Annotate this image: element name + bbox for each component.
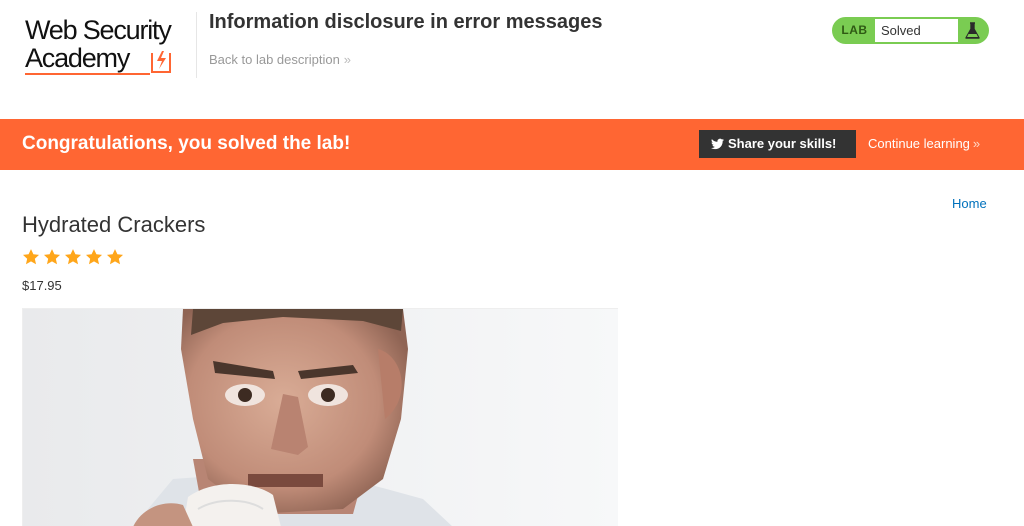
home-link[interactable]: Home (952, 196, 987, 212)
man-eating-cracker-photo (23, 309, 618, 526)
back-link-label: Back to lab description (209, 52, 340, 67)
share-skills-button[interactable]: Share your skills! (699, 130, 856, 158)
product-name: Hydrated Crackers (22, 212, 206, 237)
back-to-lab-description-link[interactable]: Back to lab description» (209, 52, 351, 68)
lab-title: Information disclosure in error messages (209, 11, 603, 33)
star-icon (22, 249, 40, 265)
lab-status-widget: LAB Solved (832, 17, 989, 44)
product-price: $17.95 (22, 278, 62, 293)
header: Web Security Academy Information disclos… (0, 0, 1024, 119)
lab-tag: LAB (841, 23, 868, 37)
continue-learning-label: Continue learning (868, 136, 970, 151)
double-chevron-right-icon: » (972, 136, 981, 151)
share-button-label: Share your skills! (728, 136, 837, 151)
header-divider (196, 12, 197, 78)
flask-icon (958, 19, 987, 42)
lab-status-text: Solved (875, 19, 958, 42)
star-icon (64, 249, 82, 265)
solved-banner: Congratulations, you solved the lab! Sha… (0, 119, 1024, 170)
logo-underline (25, 73, 150, 75)
logo-text-line2: Academy (25, 43, 130, 73)
star-icon (106, 249, 124, 265)
twitter-bird-icon (711, 138, 724, 150)
star-icon (85, 249, 103, 265)
web-security-academy-logo[interactable]: Web Security Academy (23, 14, 195, 78)
solved-message: Congratulations, you solved the lab! (22, 133, 351, 154)
product-image (22, 308, 618, 526)
double-chevron-right-icon: » (343, 52, 352, 67)
academy-lightning-icon (151, 51, 171, 73)
star-icon (43, 249, 61, 265)
continue-learning-link[interactable]: Continue learning» (868, 136, 980, 152)
product-rating (22, 248, 124, 268)
